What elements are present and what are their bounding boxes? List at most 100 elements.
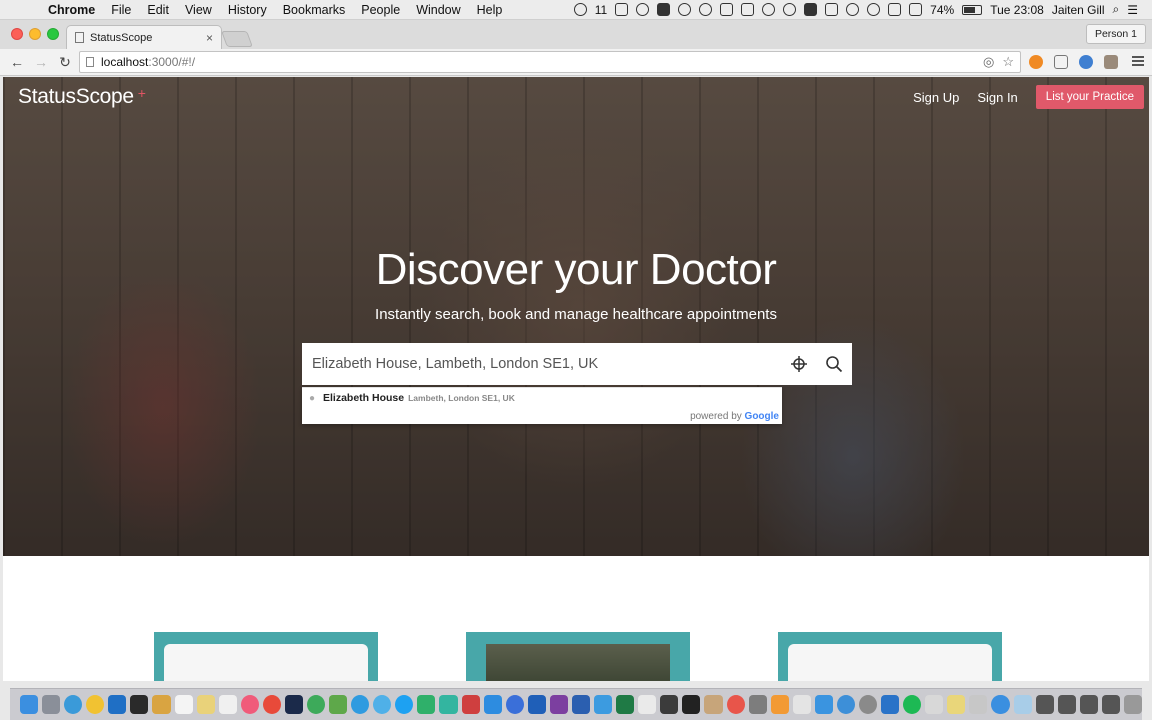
safari-icon[interactable] — [64, 695, 83, 714]
chrome-icon[interactable] — [86, 695, 105, 714]
app-icon[interactable] — [991, 695, 1010, 714]
status-icon[interactable] — [762, 3, 776, 16]
extension-icon[interactable] — [1079, 55, 1093, 69]
app-icon[interactable] — [373, 695, 392, 714]
status-icon[interactable] — [636, 3, 650, 16]
menu-user[interactable]: Jaiten Gill — [1052, 3, 1105, 17]
address-bar[interactable]: localhost:3000/#!/ ◎ ☆ — [79, 51, 1021, 73]
menu-window[interactable]: Window — [416, 3, 460, 17]
calendar-icon[interactable] — [174, 695, 193, 714]
word-icon[interactable] — [571, 695, 591, 714]
menu-help[interactable]: Help — [477, 3, 503, 17]
feature-card[interactable] — [154, 632, 378, 681]
status-icon[interactable] — [657, 3, 671, 16]
finder-icon[interactable] — [20, 695, 39, 714]
app-icon[interactable] — [748, 695, 767, 714]
app-icon[interactable] — [527, 695, 546, 714]
window-thumbnail[interactable] — [1101, 695, 1120, 714]
wifi-icon[interactable] — [846, 3, 860, 16]
menu-history[interactable]: History — [228, 3, 267, 17]
profile-button[interactable]: Person 1 — [1085, 24, 1146, 44]
app-icon[interactable] — [770, 695, 789, 714]
time-machine-icon[interactable] — [867, 3, 881, 16]
onenote-icon[interactable] — [549, 695, 568, 714]
window-thumbnail[interactable] — [1079, 695, 1098, 714]
app-icon[interactable] — [307, 695, 326, 714]
extension-icon[interactable] — [1104, 55, 1118, 69]
chrome-menu-icon[interactable] — [1132, 56, 1144, 66]
back-button[interactable]: ← — [6, 54, 28, 70]
brand-logo[interactable]: StatusScope + — [18, 85, 146, 109]
window-thumbnail[interactable] — [1057, 695, 1076, 714]
feature-card[interactable] — [778, 632, 1002, 681]
notification-count[interactable]: 11 — [595, 3, 607, 17]
tab-statusscope[interactable]: StatusScope × — [66, 25, 222, 49]
app-icon[interactable] — [329, 695, 348, 714]
crosshair-icon[interactable] — [782, 343, 816, 385]
status-icon[interactable] — [573, 3, 587, 16]
airplay-icon[interactable] — [825, 3, 839, 16]
close-window-button[interactable] — [11, 28, 23, 40]
app-icon[interactable] — [947, 695, 966, 714]
vscode-icon[interactable] — [881, 695, 900, 714]
status-icon[interactable] — [804, 3, 818, 16]
terminal-icon[interactable] — [682, 695, 701, 714]
volume-icon[interactable] — [909, 3, 923, 16]
trash-icon[interactable] — [1123, 695, 1142, 714]
spotlight-icon[interactable]: ⌕ — [1113, 2, 1120, 17]
excel-icon[interactable] — [616, 695, 635, 714]
battery-percent[interactable]: 74% — [930, 3, 954, 17]
twitter-icon[interactable] — [395, 695, 414, 714]
close-tab-icon[interactable]: × — [206, 31, 213, 45]
app-icon[interactable] — [130, 695, 149, 714]
menu-people[interactable]: People — [361, 3, 400, 17]
autocomplete-item[interactable]: ● Elizabeth House Lambeth, London SE1, U… — [302, 388, 782, 408]
zoom-window-button[interactable] — [47, 28, 59, 40]
app-icon[interactable] — [925, 695, 944, 714]
app-icon[interactable] — [152, 695, 171, 714]
feature-card[interactable] — [466, 632, 690, 681]
app-icon[interactable] — [505, 695, 524, 714]
app-icon[interactable] — [792, 695, 811, 714]
bluetooth-icon[interactable] — [888, 3, 902, 16]
search-icon[interactable] — [816, 343, 852, 385]
outlook-icon[interactable] — [108, 695, 127, 714]
app-icon[interactable] — [417, 695, 436, 714]
bookmark-star-icon[interactable]: ☆ — [1002, 54, 1014, 70]
location-search-input[interactable] — [302, 344, 782, 384]
skype-icon[interactable] — [483, 695, 502, 714]
menu-app-name[interactable]: Chrome — [48, 3, 95, 17]
battery-icon[interactable] — [962, 4, 983, 15]
window-thumbnail[interactable] — [1035, 695, 1054, 714]
app-icon[interactable] — [726, 695, 745, 714]
status-icon[interactable] — [699, 3, 713, 16]
status-icon[interactable] — [615, 3, 629, 16]
menu-bookmarks[interactable]: Bookmarks — [283, 3, 346, 17]
app-icon[interactable] — [218, 695, 237, 714]
notes-icon[interactable] — [196, 695, 215, 714]
sign-in-link[interactable]: Sign In — [977, 90, 1017, 105]
menu-clock[interactable]: Tue 23:08 — [990, 3, 1044, 17]
system-preferences-icon[interactable] — [858, 695, 878, 714]
spotify-icon[interactable] — [903, 695, 922, 714]
forward-button[interactable]: → — [30, 54, 52, 70]
dropbox-icon[interactable] — [720, 3, 734, 16]
app-icon[interactable] — [660, 695, 679, 714]
status-icon[interactable] — [783, 3, 797, 16]
app-icon[interactable] — [969, 695, 988, 714]
app-icon[interactable] — [704, 695, 723, 714]
cast-icon[interactable] — [1054, 55, 1068, 69]
reload-button[interactable]: ↻ — [54, 54, 76, 71]
status-icon[interactable] — [741, 3, 755, 16]
app-icon[interactable] — [461, 695, 480, 714]
menu-file[interactable]: File — [111, 3, 131, 17]
folder-icon[interactable] — [1013, 695, 1032, 714]
menu-view[interactable]: View — [185, 3, 212, 17]
app-store-icon[interactable] — [836, 695, 855, 714]
app-icon[interactable] — [814, 695, 833, 714]
minimize-window-button[interactable] — [29, 28, 41, 40]
sign-up-link[interactable]: Sign Up — [913, 90, 959, 105]
app-icon[interactable] — [594, 695, 613, 714]
app-icon[interactable] — [638, 695, 657, 714]
list-practice-button[interactable]: List your Practice — [1035, 85, 1144, 109]
